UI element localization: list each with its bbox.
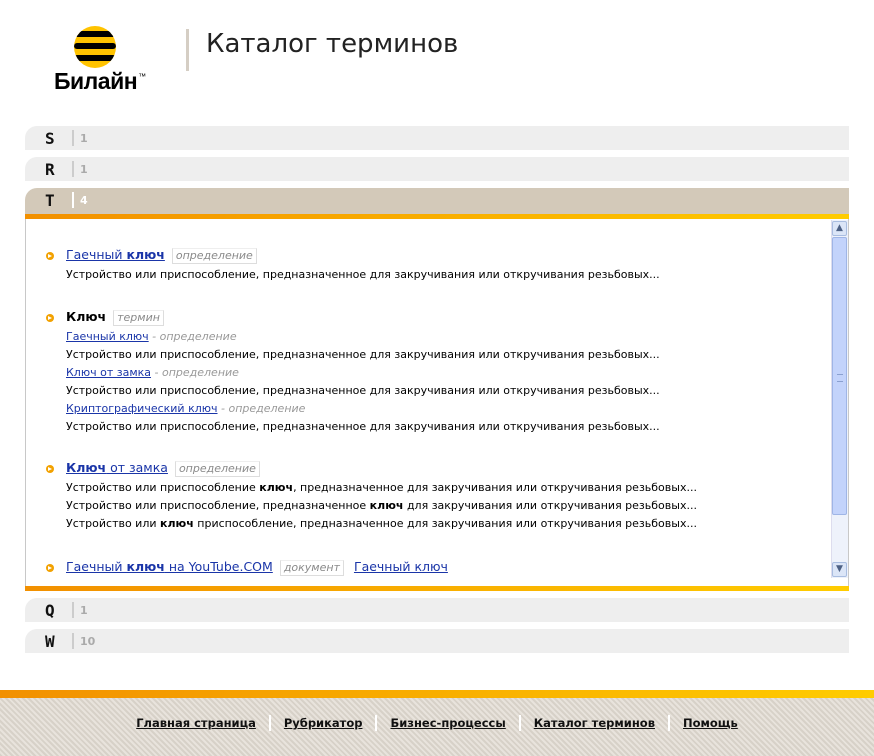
sub-link[interactable]: Криптографический ключ bbox=[66, 402, 218, 415]
list-item: Гаечный ключ на YouTube.COM документ Гаеч… bbox=[66, 556, 448, 578]
panel-bottom-line bbox=[25, 586, 849, 591]
letter-count: 1 bbox=[80, 604, 88, 617]
letter-label: Q bbox=[45, 601, 55, 620]
terms-panel: Гаечный ключ определение Устройство или п… bbox=[25, 219, 849, 586]
letter-count: 4 bbox=[80, 194, 88, 207]
letter-row-w[interactable]: W 10 bbox=[25, 629, 849, 653]
description: Устройство или ключ приспособление, пред… bbox=[66, 517, 697, 530]
type-tag: термин bbox=[113, 310, 164, 326]
list-item: Ключ от замка определение Устройство или … bbox=[66, 457, 697, 533]
description: Устройство или приспособление ключ, пред… bbox=[66, 481, 697, 494]
letter-row-q[interactable]: Q 1 bbox=[25, 598, 849, 622]
description: Устройство или приспособление, предназна… bbox=[66, 499, 697, 512]
type-tag: определение bbox=[171, 248, 257, 264]
letter-label: S bbox=[45, 129, 55, 148]
letter-count: 1 bbox=[80, 163, 88, 176]
related-link[interactable]: Гаечный ключ bbox=[354, 559, 448, 574]
page-title: Каталог терминов bbox=[206, 29, 459, 59]
beeline-logo[interactable]: Билайн™ bbox=[54, 24, 154, 96]
scroll-up-button[interactable]: ▲ bbox=[832, 221, 847, 236]
separator bbox=[72, 602, 74, 618]
grip-icon bbox=[837, 374, 843, 382]
letter-label: R bbox=[45, 160, 55, 179]
description: Устройство или приспособление, предназна… bbox=[66, 268, 660, 281]
sub-link[interactable]: Ключ от замка bbox=[66, 366, 151, 379]
panel-scrollbar[interactable]: ▲ ▼ bbox=[831, 220, 848, 578]
type-tag: определение bbox=[174, 461, 260, 477]
term-title: Ключ bbox=[66, 309, 107, 324]
document-link[interactable]: Гаечный ключ на YouTube.COM bbox=[66, 559, 273, 574]
sub-link[interactable]: Гаечный ключ bbox=[66, 330, 149, 343]
description: Устройство или приспособление, предназна… bbox=[66, 348, 660, 361]
list-item: Гаечный ключ определение Устройство или п… bbox=[66, 244, 660, 284]
letter-count: 10 bbox=[80, 635, 96, 648]
logo-text: Билайн™ bbox=[54, 68, 146, 94]
bullet-icon bbox=[46, 252, 54, 260]
separator bbox=[72, 161, 74, 177]
beeline-ball-icon bbox=[74, 26, 116, 68]
type-tag: документ bbox=[279, 560, 344, 576]
separator bbox=[72, 633, 74, 649]
bullet-icon bbox=[46, 314, 54, 322]
list-item: Ключ термин Гаечный ключ - определение Ус… bbox=[66, 306, 660, 436]
term-link[interactable]: Гаечный ключ bbox=[66, 247, 165, 262]
footer-link-home[interactable]: Главная страница bbox=[123, 715, 269, 731]
footer-link-catalog[interactable]: Каталог терминов bbox=[518, 715, 668, 731]
bullet-icon bbox=[46, 465, 54, 473]
footer-link-help[interactable]: Помощь bbox=[667, 715, 751, 731]
kind-label: - определение bbox=[217, 402, 306, 415]
separator bbox=[72, 192, 74, 208]
bullet-icon bbox=[46, 564, 54, 572]
letter-row-r[interactable]: R 1 bbox=[25, 157, 849, 181]
letter-label: T bbox=[45, 191, 55, 210]
footer-link-rubricator[interactable]: Рубрикатор bbox=[268, 715, 376, 731]
kind-label: - определение bbox=[148, 330, 237, 343]
footer-link-business[interactable]: Бизнес-процессы bbox=[375, 715, 518, 731]
kind-label: - определение bbox=[151, 366, 239, 379]
footer-nav: Главная страница Рубрикатор Бизнес-процесс… bbox=[0, 712, 874, 731]
scroll-down-button[interactable]: ▼ bbox=[832, 562, 847, 577]
separator bbox=[72, 130, 74, 146]
term-link[interactable]: Ключ от замка bbox=[66, 460, 168, 475]
letter-row-t[interactable]: T 4 bbox=[25, 188, 849, 214]
title-divider bbox=[186, 29, 189, 71]
scroll-thumb[interactable] bbox=[832, 237, 847, 515]
letter-label: W bbox=[45, 632, 55, 651]
description: Устройство или приспособление, предназна… bbox=[66, 420, 660, 433]
letter-count: 1 bbox=[80, 132, 88, 145]
chevron-down-icon: ▼ bbox=[836, 564, 843, 574]
description: Устройство или приспособление, предназна… bbox=[66, 384, 660, 397]
letter-row-s[interactable]: S 1 bbox=[25, 126, 849, 150]
chevron-up-icon: ▲ bbox=[836, 223, 843, 233]
footer: Главная страница Рубрикатор Бизнес-процесс… bbox=[0, 698, 874, 756]
footer-line bbox=[0, 690, 874, 698]
